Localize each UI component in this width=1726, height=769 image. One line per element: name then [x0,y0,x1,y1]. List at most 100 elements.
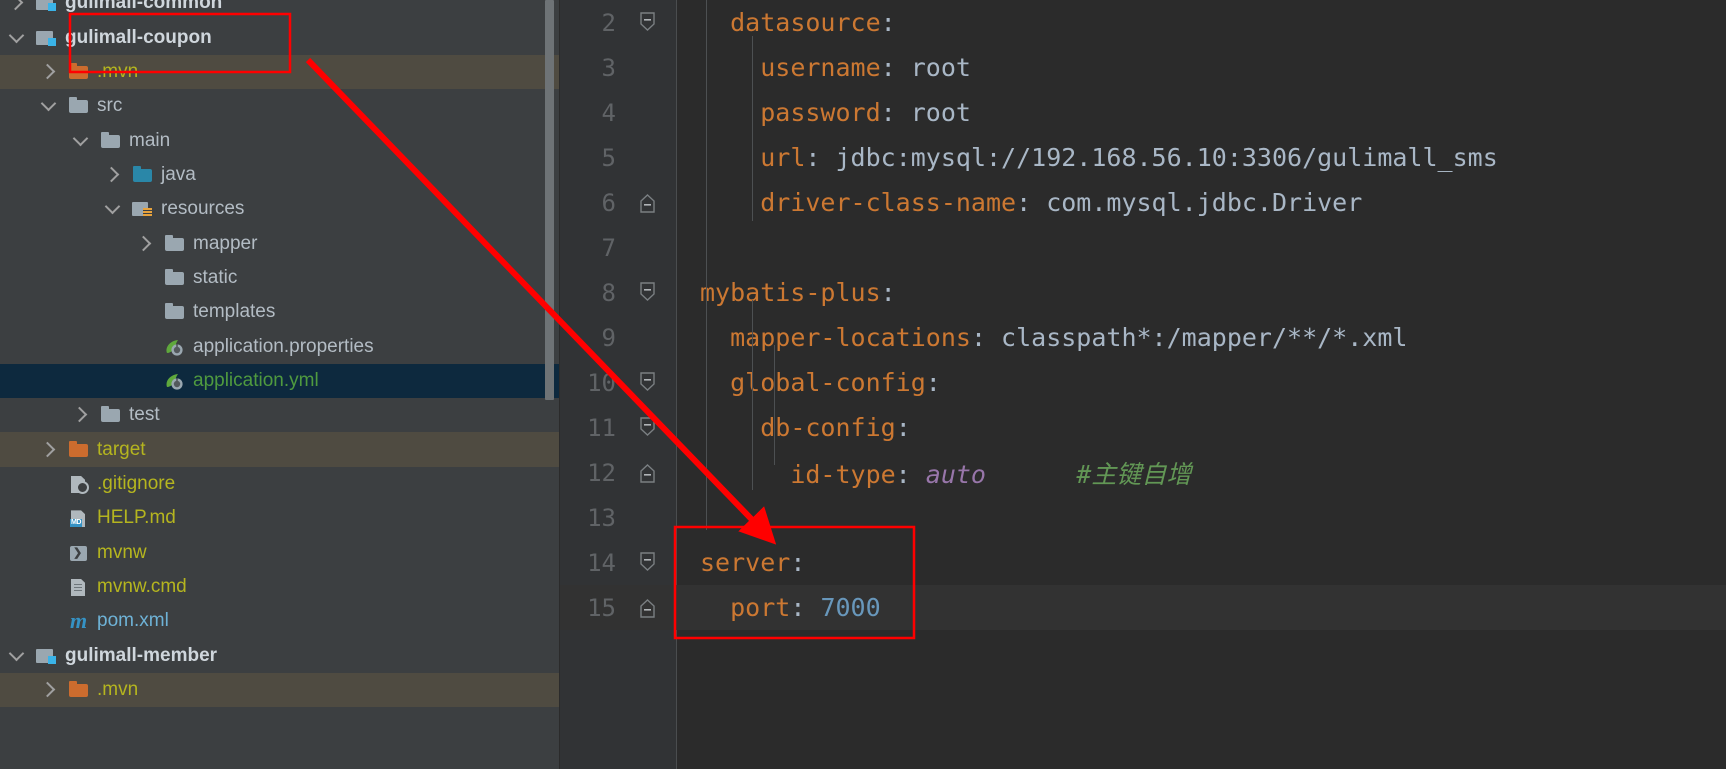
tree-item-label: test [129,404,160,426]
line-number: 9 [601,323,616,352]
tree-item-application-yml[interactable]: application.yml [0,363,560,399]
fold-gutter[interactable] [620,495,676,540]
tree-item-pom-xml[interactable]: pom.xml [0,604,560,638]
tree-item-mvnw-cmd[interactable]: mvnw.cmd [0,570,560,604]
fold-collapse-top-icon[interactable] [638,281,657,301]
code-text[interactable]: server: [676,548,1726,577]
tree-item-src[interactable]: src [0,89,560,123]
file-script-icon [68,543,90,563]
code-line-11[interactable]: 11 db-config: [560,405,1726,450]
fold-collapse-bottom-icon[interactable] [638,461,657,483]
folder-blue-icon [132,165,154,185]
tree-item-mvn[interactable]: .mvn [0,672,560,708]
chevron-down-icon[interactable] [40,97,58,115]
fold-gutter[interactable] [620,540,676,585]
fold-gutter[interactable] [620,225,676,270]
tree-item-resources[interactable]: resources [0,192,560,226]
code-text[interactable]: id-type: auto #主键自增 [676,455,1726,491]
code-token: id-type [790,459,896,489]
folder-resources-icon [132,199,154,219]
fold-gutter[interactable] [620,405,676,450]
code-line-5[interactable]: 5 url: jdbc:mysql://192.168.56.10:3306/g… [560,135,1726,180]
fold-gutter[interactable] [620,0,676,45]
chevron-right-icon[interactable] [72,406,90,424]
fold-gutter[interactable] [620,180,676,225]
code-text[interactable]: url: jdbc:mysql://192.168.56.10:3306/gul… [676,143,1726,172]
code-text[interactable]: global-config: [676,368,1726,397]
tree-item-templates[interactable]: templates [0,295,560,329]
tree-item-mapper[interactable]: mapper [0,226,560,260]
code-line-15[interactable]: 15 port: 7000 [560,585,1726,630]
chevron-right-icon[interactable] [40,63,58,81]
chevron-right-icon[interactable] [40,681,58,699]
fold-gutter[interactable] [620,45,676,90]
tree-item-gulimall-coupon[interactable]: gulimall-coupon [0,20,560,54]
code-line-8[interactable]: 8 mybatis-plus: [560,270,1726,315]
project-tree[interactable]: gulimall-common gulimall-coupon .mvn src mai… [0,0,560,708]
fold-collapse-top-icon[interactable] [638,11,657,31]
code-line-9[interactable]: 9 mapper-locations: classpath*:/mapper/*… [560,315,1726,360]
fold-collapse-top-icon[interactable] [638,371,657,391]
fold-gutter[interactable] [620,270,676,315]
fold-collapse-top-icon[interactable] [638,416,657,436]
code-text[interactable]: datasource: [676,8,1726,37]
tree-item-java[interactable]: java [0,158,560,192]
tree-item-mvnw[interactable]: mvnw [0,536,560,570]
chevron-right-icon[interactable] [40,441,58,459]
tree-item-label: .gitignore [97,472,176,494]
tree-item-mvn[interactable]: .mvn [0,54,560,90]
code-text[interactable]: username: root [676,53,1726,82]
code-text[interactable]: mybatis-plus: [676,278,1726,307]
code-line-7[interactable]: 7 [560,225,1726,270]
chevron-down-icon[interactable] [104,200,122,218]
fold-gutter[interactable] [620,90,676,135]
code-line-3[interactable]: 3 username: root [560,45,1726,90]
code-text[interactable]: port: 7000 [676,593,1726,622]
tree-item-static[interactable]: static [0,261,560,295]
tree-item-test[interactable]: test [0,398,560,432]
chevron-right-icon[interactable] [104,166,122,184]
code-text[interactable]: mapper-locations: classpath*:/mapper/**/… [676,323,1726,352]
file-markdown-icon [68,508,90,528]
project-tree-scrollbar[interactable] [545,0,554,400]
fold-gutter[interactable] [620,360,676,405]
tree-item-help-md[interactable]: HELP.md [0,501,560,535]
code-line-4[interactable]: 4 password: root [560,90,1726,135]
line-number: 3 [601,53,616,82]
tree-item-gulimall-member[interactable]: gulimall-member [0,639,560,673]
code-text[interactable]: driver-class-name: com.mysql.jdbc.Driver [676,188,1726,217]
chevron-right-icon[interactable] [8,0,26,12]
fold-collapse-bottom-icon[interactable] [638,596,657,618]
editor-lines[interactable]: 2 datasource: 3 username: root 4 password:… [560,0,1726,630]
tree-item-gitignore[interactable]: .gitignore [0,467,560,501]
chevron-down-icon[interactable] [72,132,90,150]
code-text[interactable]: db-config: [676,413,1726,442]
code-line-14[interactable]: 14 server: [560,540,1726,585]
code-token: driver-class-name [760,188,1017,217]
code-line-2[interactable]: 2 datasource: [560,0,1726,45]
project-tool-window[interactable]: gulimall-common gulimall-coupon .mvn src mai… [0,0,560,769]
chevron-down-icon[interactable] [8,647,26,665]
fold-gutter[interactable] [620,315,676,360]
code-line-6[interactable]: 6 driver-class-name: com.mysql.jdbc.Driv… [560,180,1726,225]
fold-gutter[interactable] [620,450,676,495]
fold-collapse-bottom-icon[interactable] [638,191,657,213]
fold-gutter[interactable] [620,585,676,630]
code-line-10[interactable]: 10 global-config: [560,360,1726,405]
code-line-13[interactable]: 13 [560,495,1726,540]
code-line-12[interactable]: 12 id-type: auto #主键自增 [560,450,1726,495]
fold-collapse-top-icon[interactable] [638,551,657,571]
code-editor[interactable]: 2 datasource: 3 username: root 4 password:… [560,0,1726,769]
fold-gutter[interactable] [620,135,676,180]
tree-item-gulimall-common[interactable]: gulimall-common [0,0,560,20]
code-text[interactable]: password: root [676,98,1726,127]
chevron-down-icon[interactable] [8,29,26,47]
tree-item-main[interactable]: main [0,123,560,157]
ide-window: gulimall-common gulimall-coupon .mvn src mai… [0,0,1726,769]
tree-item-target[interactable]: target [0,432,560,467]
tree-item-application-properties[interactable]: application.properties [0,329,560,363]
chevron-right-icon[interactable] [136,235,154,253]
